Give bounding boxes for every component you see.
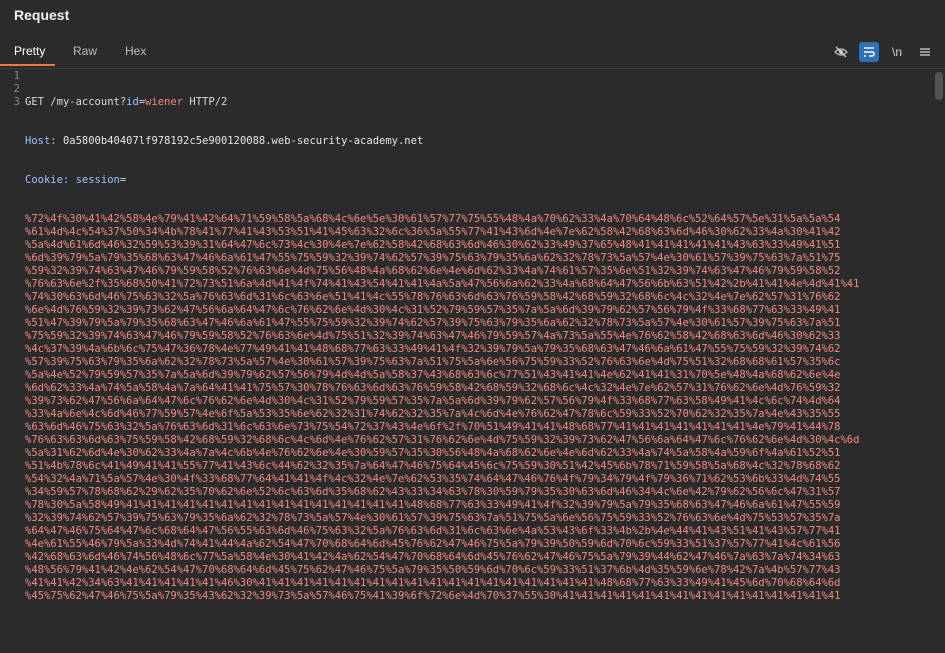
cookie-value-line: %72%4f%30%41%42%58%4e%79%41%42%64%71%59%… [25, 213, 841, 225]
cookie-value-line: %54%32%4a%71%5a%57%4e%30%4f%33%68%77%64%… [25, 473, 841, 485]
cookie-value-line: %78%30%5a%58%49%41%41%41%41%41%41%41%41%… [25, 499, 841, 511]
query-param-value: wiener [145, 96, 184, 108]
cookie-value-line: %76%63%63%6d%63%75%59%58%42%68%59%32%68%… [25, 434, 860, 446]
host-header-value: 0a5800b40407lf978192c5e900120088.web-sec… [62, 135, 424, 147]
menu-icon[interactable] [915, 42, 935, 62]
cookie-value-line: %63%6d%46%75%63%32%5a%76%63%6d%31%6c%63%… [25, 421, 841, 433]
request-code[interactable]: GET /my-account?id=wiener HTTP/2 Host: 0… [25, 70, 930, 653]
cookie-value-line: %4e%61%55%46%79%5a%33%4d%74%41%44%4a%62%… [25, 538, 841, 550]
query-param-name: id [126, 96, 139, 108]
request-panel: Request Pretty Raw Hex \n 1 2 3 GET /my-… [0, 0, 945, 653]
cookie-value-line: %61%4d%4c%54%37%50%34%4b%78%41%77%41%43%… [25, 226, 841, 238]
cookie-value-line: %76%63%6e%2f%35%68%50%41%72%73%51%6a%4d%… [25, 278, 860, 290]
panel-title: Request [14, 7, 70, 23]
cookie-header: Cookie: session= [25, 174, 930, 187]
toolbar: \n [831, 42, 935, 62]
host-header: Host: 0a5800b40407lf978192c5e900120088.w… [25, 135, 930, 148]
cookie-value-line: %51%4b%78%6c%41%49%41%41%55%77%41%43%6c%… [25, 460, 841, 472]
cookie-value-line: %6d%62%33%4a%74%5a%58%4a%7a%64%41%41%75%… [25, 382, 841, 394]
request-line: GET /my-account?id=wiener HTTP/2 [25, 96, 930, 109]
cookie-value-line: %51%47%39%79%5a%79%35%68%63%47%46%6a%61%… [25, 317, 841, 329]
host-header-name: Host: [25, 135, 57, 147]
cookie-value-line: %74%30%63%6d%46%75%63%32%5a%76%63%6d%31%… [25, 291, 841, 303]
cookie-value-line: %6d%39%79%5a%79%35%68%63%47%46%6a%61%47%… [25, 252, 841, 264]
line-number: 1 [13, 70, 20, 82]
cookie-value-line: %39%73%62%47%56%6a%64%47%6c%76%62%6e%4d%… [25, 395, 841, 407]
request-editor[interactable]: 1 2 3 GET /my-account?id=wiener HTTP/2 H… [0, 70, 945, 653]
line-number-gutter: 1 2 3 [0, 70, 22, 653]
cookie-value-line: %6e%4d%76%59%32%39%73%62%47%56%6a%64%47%… [25, 304, 841, 316]
cookie-header-name: Cookie: [25, 174, 70, 186]
cookie-value-line: %4c%37%39%4a%6b%6c%75%47%36%78%4e%77%49%… [25, 343, 841, 355]
request-path: /my-account? [50, 96, 127, 108]
cookie-value-line: %42%68%63%6d%46%74%56%48%6c%77%5a%58%4e%… [25, 551, 841, 563]
http-method: GET [25, 96, 44, 108]
cookie-value-line: %34%59%57%78%68%62%29%62%35%70%62%6e%52%… [25, 486, 841, 498]
active-tab-indicator [0, 64, 55, 66]
newline-icon[interactable]: \n [887, 42, 907, 62]
cookie-value-line: %33%4a%6e%4c%6d%46%77%59%57%4e%6f%5a%53%… [25, 408, 841, 420]
line-number: 2 [13, 83, 20, 95]
cookie-key: session [75, 174, 120, 186]
scrollbar[interactable] [935, 72, 943, 100]
view-tabs: Pretty Raw Hex [0, 38, 945, 66]
cookie-value-line: %75%59%32%39%74%63%47%46%79%59%58%52%76%… [25, 330, 841, 342]
line-number: 3 [13, 96, 20, 108]
tab-hex[interactable]: Hex [125, 44, 146, 58]
cookie-value-line: %5a%4e%52%79%59%57%35%7a%5a%6d%39%79%62%… [25, 369, 841, 381]
cookie-value-line: %45%75%62%47%46%75%5a%79%35%43%62%32%39%… [25, 590, 841, 602]
hide-icon[interactable] [831, 42, 851, 62]
http-protocol: HTTP/2 [189, 96, 228, 108]
cookie-value-line: %5a%4d%61%6d%46%32%59%53%39%31%64%47%6c%… [25, 239, 841, 251]
cookie-eq: = [119, 174, 127, 186]
tab-pretty[interactable]: Pretty [14, 44, 45, 58]
cookie-value-line: %5a%31%62%6d%4e%30%62%33%4a%7a%4c%6b%4e%… [25, 447, 841, 459]
cookie-value-line: %48%56%79%41%42%4e%62%54%47%70%68%64%6d%… [25, 564, 841, 576]
cookie-value-line: %57%39%75%63%79%35%6a%62%32%78%73%5a%57%… [25, 356, 841, 368]
header-divider [0, 68, 945, 69]
wrap-icon[interactable] [859, 42, 879, 62]
cookie-value-line: %64%47%46%75%64%47%6c%68%64%47%56%55%63%… [25, 525, 841, 537]
tab-raw[interactable]: Raw [73, 44, 97, 58]
cookie-value-line: %32%39%74%62%57%39%75%63%79%35%6a%62%32%… [25, 512, 841, 524]
cookie-value-line: %59%32%39%74%63%47%46%79%59%58%52%76%63%… [25, 265, 841, 277]
cookie-value-line: %41%41%42%34%63%41%41%41%41%41%46%30%41%… [25, 577, 841, 589]
